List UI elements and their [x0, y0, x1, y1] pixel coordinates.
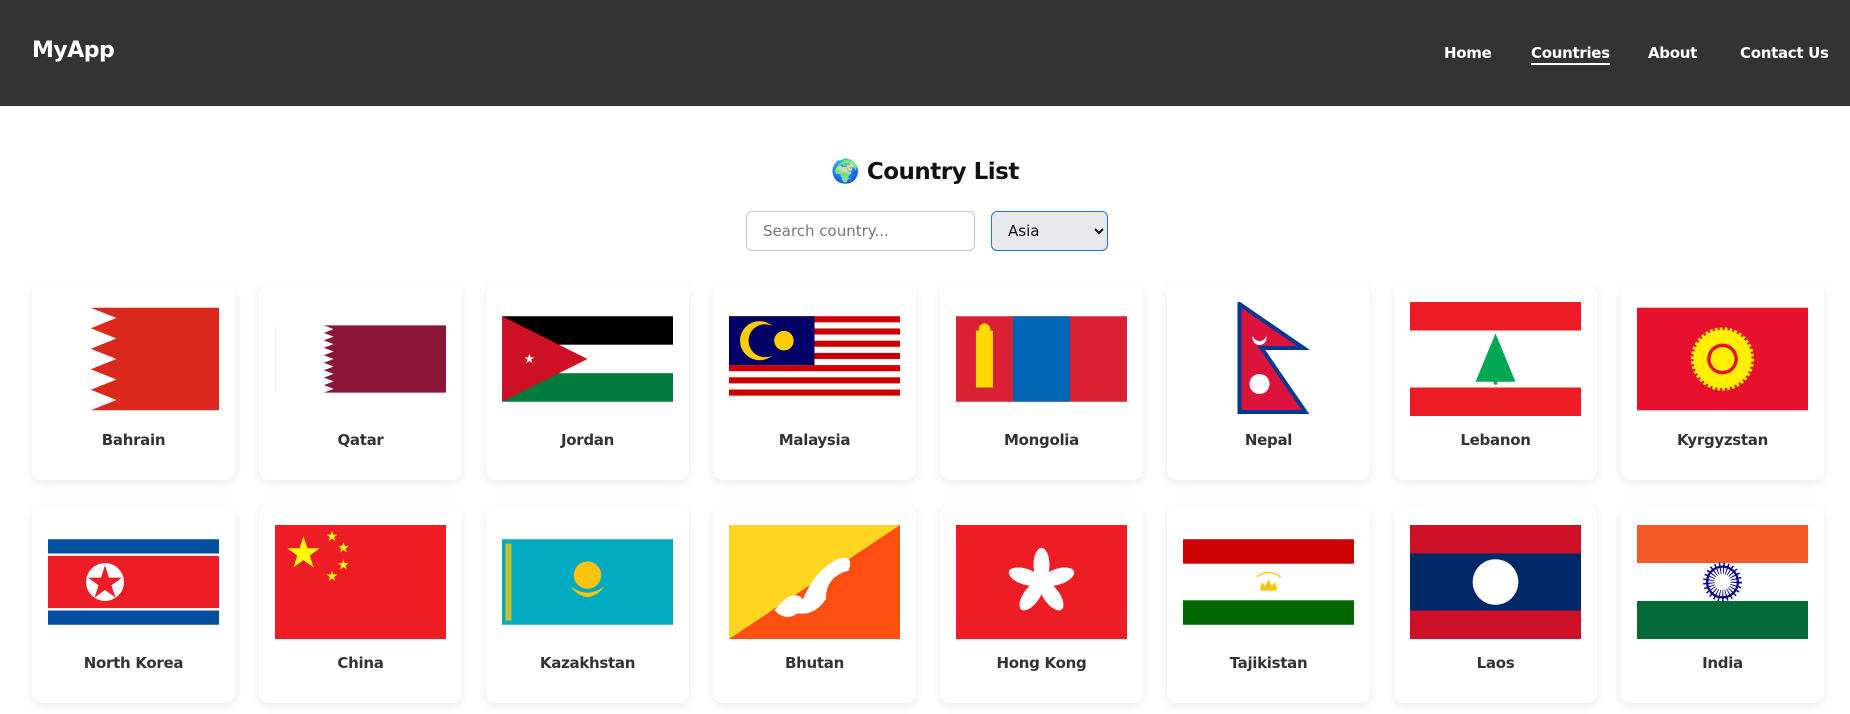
flag-mongolia [956, 302, 1127, 416]
country-card[interactable]: Tajikistan [1167, 506, 1370, 703]
country-card[interactable]: Jordan [486, 283, 689, 480]
country-card[interactable]: Qatar [259, 283, 462, 480]
country-card[interactable]: Laos [1394, 506, 1597, 703]
app-brand[interactable]: MyApp [32, 38, 115, 63]
flag-bahrain [48, 302, 219, 416]
country-name: Laos [1476, 654, 1515, 672]
top-navbar: MyApp Home Countries About Contact Us [0, 0, 1850, 106]
flag-china [275, 525, 446, 639]
country-name: Malaysia [778, 431, 851, 449]
country-card[interactable]: Nepal [1167, 283, 1370, 480]
country-card[interactable]: Malaysia [713, 283, 916, 480]
country-card[interactable]: Kazakhstan [486, 506, 689, 703]
country-card[interactable]: Kyrgyzstan [1621, 283, 1824, 480]
flag-qatar [275, 302, 446, 416]
search-input[interactable] [746, 211, 975, 251]
flag-india [1637, 525, 1808, 639]
country-card[interactable]: India [1621, 506, 1824, 703]
globe-icon: 🌍 [831, 159, 860, 185]
flag-malaysia [729, 302, 900, 416]
nav-home[interactable]: Home [1444, 44, 1492, 62]
flag-kyrgyzstan [1637, 302, 1808, 416]
flag-hong-kong [956, 525, 1127, 639]
page-title: 🌍 Country List [0, 158, 1850, 185]
country-name: Tajikistan [1229, 654, 1308, 672]
country-name: India [1702, 654, 1743, 672]
country-name: North Korea [83, 654, 184, 672]
flag-kazakhstan [502, 525, 673, 639]
country-name: Bahrain [101, 431, 166, 449]
nav-contact-us[interactable]: Contact Us [1740, 44, 1829, 62]
country-card[interactable]: Hong Kong [940, 506, 1143, 703]
country-name: Kazakhstan [539, 654, 636, 672]
page-title-text: Country List [866, 159, 1020, 185]
country-name: China [337, 654, 384, 672]
flag-north-korea [48, 525, 219, 639]
flag-lebanon [1410, 302, 1581, 416]
flag-jordan [502, 302, 673, 416]
country-card[interactable]: North Korea [32, 506, 235, 703]
country-name: Bhutan [785, 654, 844, 672]
country-card[interactable]: China [259, 506, 462, 703]
country-grid: Bahrain Qatar Jordan Malaysia Mongolia N… [32, 283, 1824, 703]
country-name: Qatar [337, 431, 384, 449]
country-card[interactable]: Bhutan [713, 506, 916, 703]
country-card[interactable]: Lebanon [1394, 283, 1597, 480]
country-name: Jordan [560, 431, 615, 449]
country-name: Hong Kong [996, 654, 1087, 672]
country-name: Nepal [1244, 431, 1293, 449]
country-card[interactable]: Mongolia [940, 283, 1143, 480]
country-card[interactable]: Bahrain [32, 283, 235, 480]
country-name: Kyrgyzstan [1677, 431, 1768, 449]
country-name: Lebanon [1460, 431, 1531, 449]
flag-laos [1410, 525, 1581, 639]
flag-nepal [1183, 302, 1354, 416]
country-name: Mongolia [1004, 431, 1079, 449]
flag-tajikistan [1183, 525, 1354, 639]
region-select[interactable]: Asia [991, 211, 1108, 251]
flag-bhutan [729, 525, 900, 639]
nav-countries[interactable]: Countries [1531, 44, 1610, 65]
nav-about[interactable]: About [1648, 44, 1697, 62]
